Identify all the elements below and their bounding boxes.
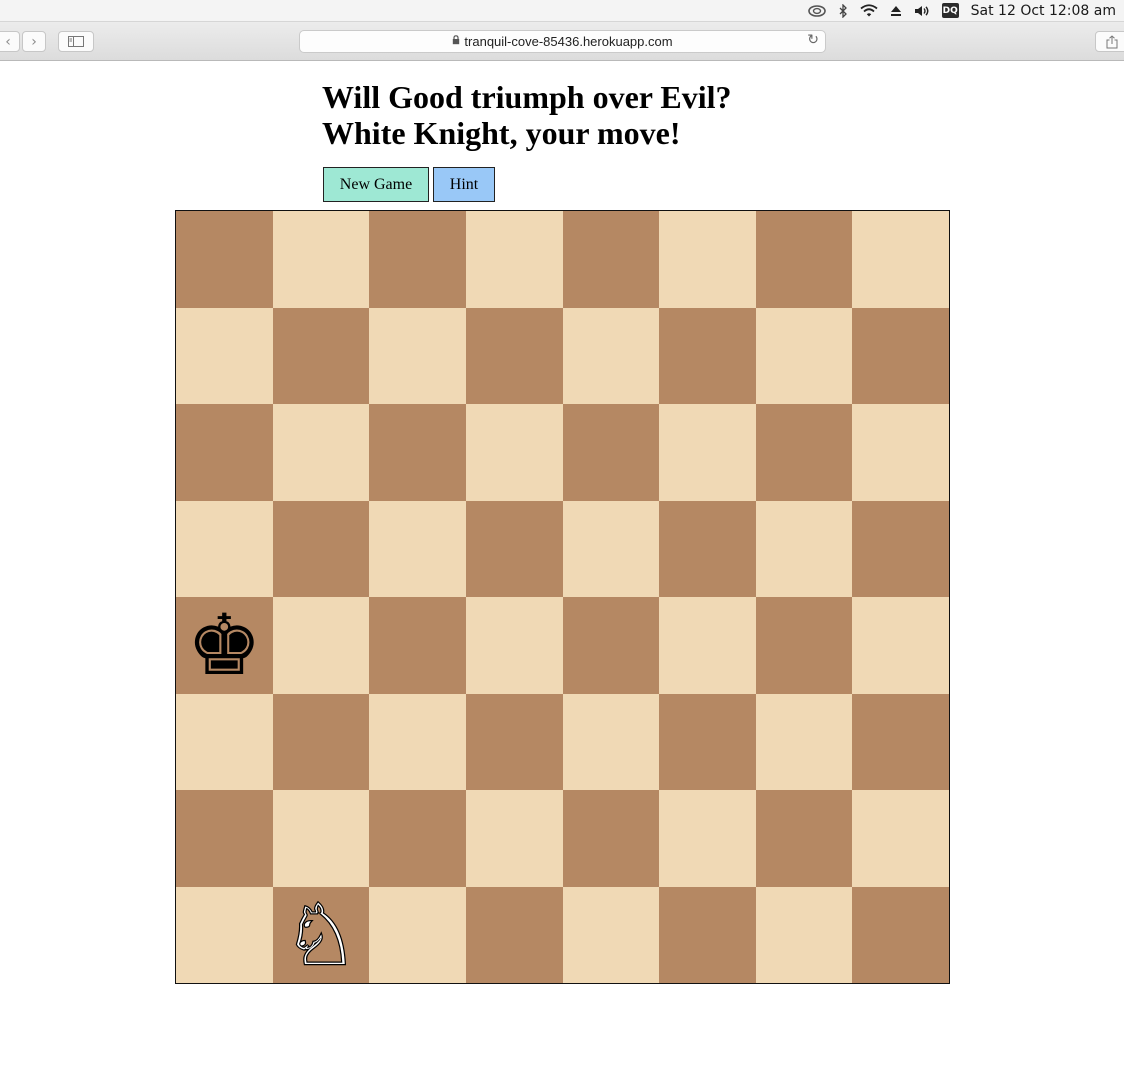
- square-h3[interactable]: [852, 693, 949, 790]
- eject-icon[interactable]: [890, 0, 902, 22]
- share-button[interactable]: [1095, 31, 1124, 52]
- square-a5[interactable]: [176, 500, 273, 597]
- square-b6[interactable]: [272, 404, 370, 501]
- square-a3[interactable]: [176, 693, 273, 790]
- square-e3[interactable]: [562, 693, 660, 790]
- square-g2[interactable]: [755, 790, 853, 887]
- square-b1[interactable]: ♘: [272, 886, 370, 983]
- dq-badge[interactable]: DQ: [941, 3, 959, 18]
- square-a7[interactable]: [176, 307, 273, 404]
- square-e8[interactable]: [562, 211, 660, 308]
- square-e4[interactable]: [562, 597, 660, 694]
- square-f4[interactable]: [659, 597, 756, 694]
- address-bar[interactable]: tranquil-cove-85436.herokuapp.com ↻: [299, 30, 826, 53]
- volume-icon[interactable]: [914, 0, 930, 22]
- square-f1[interactable]: [659, 886, 756, 983]
- square-h7[interactable]: [852, 307, 949, 404]
- page-title: Will Good triumph over Evil? White Knigh…: [322, 79, 732, 151]
- forward-button[interactable]: ›: [22, 31, 46, 52]
- square-a8[interactable]: [176, 211, 273, 308]
- square-h1[interactable]: [852, 886, 949, 983]
- square-e7[interactable]: [562, 307, 660, 404]
- lock-icon: [452, 35, 460, 48]
- square-g7[interactable]: [755, 307, 853, 404]
- square-e2[interactable]: [562, 790, 660, 887]
- square-c1[interactable]: [369, 886, 466, 983]
- square-h4[interactable]: [852, 597, 949, 694]
- square-g1[interactable]: [755, 886, 853, 983]
- browser-toolbar: ‹ › tranquil-cove-85436.herokuapp.com ↻: [0, 22, 1124, 61]
- white-knight-piece[interactable]: ♘: [282, 892, 360, 979]
- square-c5[interactable]: [369, 500, 466, 597]
- square-g6[interactable]: [755, 404, 853, 501]
- square-c8[interactable]: [369, 211, 466, 308]
- square-c4[interactable]: [369, 597, 466, 694]
- square-b3[interactable]: [272, 693, 370, 790]
- square-a6[interactable]: [176, 404, 273, 501]
- square-a4[interactable]: ♚: [176, 597, 273, 694]
- wifi-icon[interactable]: [860, 0, 878, 22]
- square-h5[interactable]: [852, 500, 949, 597]
- black-king-piece[interactable]: ♚: [187, 603, 262, 687]
- square-h6[interactable]: [852, 404, 949, 501]
- back-button[interactable]: ‹: [0, 31, 20, 52]
- square-g4[interactable]: [755, 597, 853, 694]
- square-d2[interactable]: [465, 790, 563, 887]
- square-c2[interactable]: [369, 790, 466, 887]
- share-icon: [1106, 34, 1118, 48]
- square-a1[interactable]: [176, 886, 273, 983]
- bluetooth-icon[interactable]: [838, 0, 848, 22]
- square-a2[interactable]: [176, 790, 273, 887]
- square-f3[interactable]: [659, 693, 756, 790]
- square-h2[interactable]: [852, 790, 949, 887]
- square-g5[interactable]: [755, 500, 853, 597]
- square-b5[interactable]: [272, 500, 370, 597]
- square-b2[interactable]: [272, 790, 370, 887]
- square-d8[interactable]: [465, 211, 563, 308]
- square-f8[interactable]: [659, 211, 756, 308]
- sidebar-icon: [68, 36, 84, 47]
- square-e5[interactable]: [562, 500, 660, 597]
- square-d3[interactable]: [465, 693, 563, 790]
- chevron-left-icon: ‹: [5, 33, 11, 50]
- square-d7[interactable]: [465, 307, 563, 404]
- square-d4[interactable]: [465, 597, 563, 694]
- square-b8[interactable]: [272, 211, 370, 308]
- square-e6[interactable]: [562, 404, 660, 501]
- chevron-right-icon: ›: [31, 33, 37, 50]
- square-f7[interactable]: [659, 307, 756, 404]
- new-game-button[interactable]: New Game: [323, 167, 429, 202]
- square-h8[interactable]: [852, 211, 949, 308]
- square-f6[interactable]: [659, 404, 756, 501]
- square-e1[interactable]: [562, 886, 660, 983]
- creative-cloud-icon[interactable]: [807, 0, 826, 22]
- square-d6[interactable]: [465, 404, 563, 501]
- title-line-1: Will Good triumph over Evil?: [322, 79, 732, 115]
- square-b7[interactable]: [272, 307, 370, 404]
- reload-icon[interactable]: ↻: [807, 32, 819, 48]
- menu-bar-clock[interactable]: Sat 12 Oct 12:08 am: [971, 3, 1116, 19]
- hint-button[interactable]: Hint: [433, 167, 495, 202]
- title-line-2: White Knight, your move!: [322, 115, 681, 151]
- square-c6[interactable]: [369, 404, 466, 501]
- square-f2[interactable]: [659, 790, 756, 887]
- square-g3[interactable]: [755, 693, 853, 790]
- square-c7[interactable]: [369, 307, 466, 404]
- square-b4[interactable]: [272, 597, 370, 694]
- sidebar-toggle-button[interactable]: [58, 31, 94, 52]
- square-f5[interactable]: [659, 500, 756, 597]
- square-g8[interactable]: [755, 211, 853, 308]
- square-c3[interactable]: [369, 693, 466, 790]
- square-d1[interactable]: [465, 886, 563, 983]
- url-text: tranquil-cove-85436.herokuapp.com: [464, 34, 673, 49]
- square-d5[interactable]: [465, 500, 563, 597]
- menu-bar: DQ Sat 12 Oct 12:08 am: [0, 0, 1124, 22]
- chess-board: ♚ ♘: [175, 210, 950, 984]
